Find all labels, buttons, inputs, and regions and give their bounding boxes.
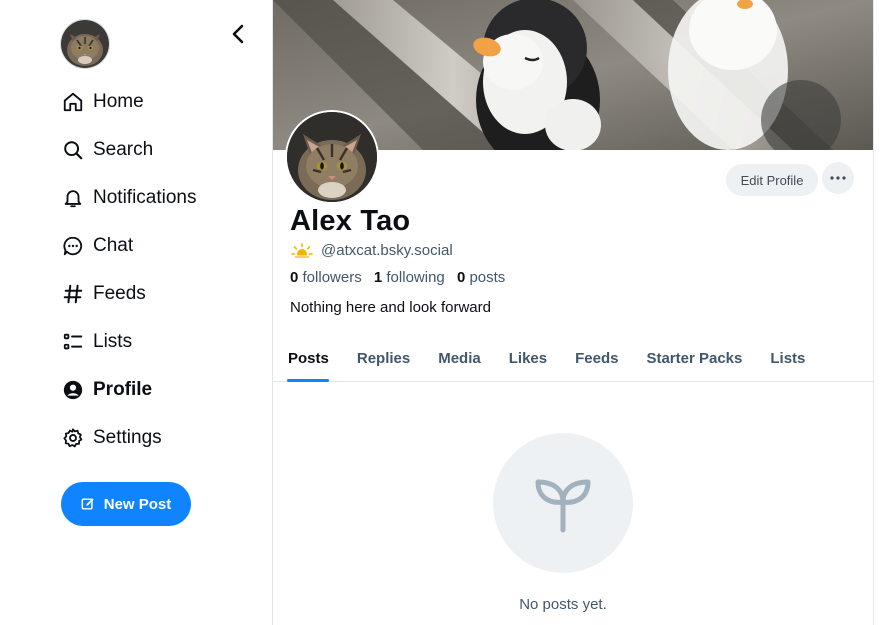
- nav-label: Notifications: [93, 187, 197, 208]
- tab-likes[interactable]: Likes: [495, 334, 561, 382]
- display-name: Alex Tao: [290, 205, 411, 237]
- nav-label: Settings: [93, 427, 162, 448]
- profile-page: Edit Profile Alex Tao @atxcat.bsky.socia…: [272, 0, 874, 625]
- search-icon: [60, 137, 86, 163]
- avatar[interactable]: [61, 20, 109, 68]
- edit-profile-label: Edit Profile: [740, 172, 804, 188]
- posts-stat: 0 posts: [457, 269, 505, 286]
- nav-item-home[interactable]: Home: [60, 78, 197, 126]
- profile-handle: @atxcat.bsky.social: [321, 242, 453, 259]
- tab-media[interactable]: Media: [424, 334, 495, 382]
- profile-icon: [60, 377, 86, 403]
- sidebar: Home Search Notifications Chat Feeds Lis…: [0, 0, 272, 625]
- gear-icon: [60, 425, 86, 451]
- following-label: following: [386, 269, 445, 286]
- bell-icon: [60, 185, 86, 211]
- tab-starter-packs[interactable]: Starter Packs: [632, 334, 756, 382]
- tab-lists[interactable]: Lists: [756, 334, 819, 382]
- home-icon: [60, 89, 86, 115]
- hash-icon: [60, 281, 86, 307]
- followers-stat[interactable]: 0 followers: [290, 269, 362, 286]
- profile-stats: 0 followers 1 following 0 posts: [290, 269, 513, 286]
- following-stat[interactable]: 1 following: [374, 269, 445, 286]
- nav-label: Search: [93, 139, 154, 160]
- profile-tabs: Posts Replies Media Likes Feeds Starter …: [273, 334, 873, 382]
- compose-icon: [81, 497, 95, 511]
- list-icon: [60, 329, 86, 355]
- tab-feeds[interactable]: Feeds: [561, 334, 632, 382]
- sun-cloud-icon: [291, 242, 313, 259]
- new-post-label: New Post: [103, 495, 172, 513]
- chat-icon: [60, 233, 86, 259]
- nav-label: Feeds: [93, 283, 146, 304]
- nav-item-chat[interactable]: Chat: [60, 222, 197, 270]
- empty-state-illustration: [493, 433, 633, 573]
- cat-avatar-image: [61, 20, 109, 68]
- handle-row: @atxcat.bsky.social: [291, 242, 453, 259]
- nav-label: Profile: [93, 379, 153, 400]
- nav-item-settings[interactable]: Settings: [60, 414, 197, 462]
- followers-label: followers: [302, 269, 362, 286]
- tab-posts[interactable]: Posts: [287, 334, 343, 382]
- nav-item-profile[interactable]: Profile: [60, 366, 197, 414]
- tab-replies[interactable]: Replies: [343, 334, 424, 382]
- following-count: 1: [373, 269, 383, 286]
- edit-profile-button[interactable]: Edit Profile: [726, 164, 818, 196]
- profile-bio: Nothing here and look forward: [290, 299, 491, 316]
- cat-avatar-image: [287, 112, 377, 202]
- posts-label: posts: [469, 269, 506, 286]
- main-nav: Home Search Notifications Chat Feeds Lis…: [60, 78, 197, 462]
- nav-label: Chat: [93, 235, 134, 256]
- ellipsis-icon: [830, 176, 846, 180]
- nav-label: Lists: [93, 331, 133, 352]
- nav-item-search[interactable]: Search: [60, 126, 197, 174]
- nav-item-lists[interactable]: Lists: [60, 318, 197, 366]
- sprout-icon: [535, 479, 591, 533]
- new-post-button[interactable]: New Post: [61, 482, 191, 526]
- followers-count: 0: [290, 269, 299, 286]
- empty-state-text: No posts yet.: [519, 596, 607, 613]
- profile-avatar[interactable]: [285, 110, 379, 204]
- more-options-button[interactable]: [822, 162, 854, 194]
- nav-label: Home: [93, 91, 144, 112]
- nav-item-feeds[interactable]: Feeds: [60, 270, 197, 318]
- posts-count: 0: [456, 269, 466, 286]
- collapse-sidebar-button[interactable]: [224, 20, 252, 48]
- nav-item-notifications[interactable]: Notifications: [60, 174, 197, 222]
- chevron-left-icon: [232, 24, 244, 44]
